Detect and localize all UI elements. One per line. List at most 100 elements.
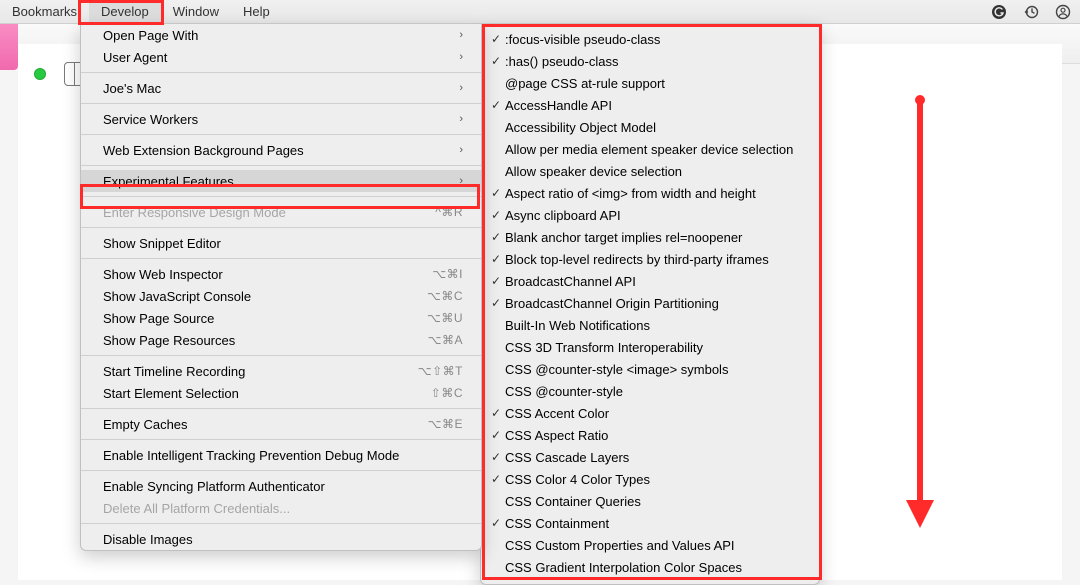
chevron-right-icon: › xyxy=(459,29,463,41)
account-icon[interactable] xyxy=(1054,3,1072,21)
menu-item-label: Joe's Mac xyxy=(103,81,451,96)
submenu-item[interactable]: CSS @counter-style xyxy=(481,380,819,402)
menubar-item-window[interactable]: Window xyxy=(161,0,231,23)
menu-item-shortcut: ⌥⌘A xyxy=(428,333,463,347)
menu-item[interactable]: Service Workers› xyxy=(81,108,481,130)
menu-item[interactable]: Open Page With › xyxy=(81,24,481,46)
submenu-item-label: CSS Container Queries xyxy=(505,494,805,509)
checkmark-icon: ✓ xyxy=(487,186,505,200)
menu-item-shortcut: ⌥⌘U xyxy=(427,311,463,325)
menu-item[interactable]: Show Page Resources⌥⌘A xyxy=(81,329,481,351)
submenu-item-label: CSS 3D Transform Interoperability xyxy=(505,340,805,355)
menu-item[interactable]: Enable Syncing Platform Authenticator xyxy=(81,475,481,497)
checkmark-icon: ✓ xyxy=(487,252,505,266)
submenu-item[interactable]: Allow per media element speaker device s… xyxy=(481,138,819,160)
submenu-item-label: CSS Aspect Ratio xyxy=(505,428,805,443)
menu-separator xyxy=(81,196,481,197)
menu-item[interactable]: Web Extension Background Pages› xyxy=(81,139,481,161)
submenu-item[interactable]: ✓Aspect ratio of <img> from width and he… xyxy=(481,182,819,204)
menu-separator xyxy=(81,134,481,135)
checkmark-icon: ✓ xyxy=(487,406,505,420)
submenu-item[interactable]: ✓CSS Aspect Ratio xyxy=(481,424,819,446)
submenu-item-label: Async clipboard API xyxy=(505,208,805,223)
menu-item-label: Web Extension Background Pages xyxy=(103,143,451,158)
menu-separator xyxy=(81,258,481,259)
menu-item-shortcut: ^⌘R xyxy=(435,205,463,219)
submenu-item-label: :focus-visible pseudo-class xyxy=(505,32,805,47)
menu-separator xyxy=(81,408,481,409)
submenu-item[interactable]: ✓BroadcastChannel API xyxy=(481,270,819,292)
submenu-item-label: @page CSS at-rule support xyxy=(505,76,805,91)
submenu-item[interactable]: Built-In Web Notifications xyxy=(481,314,819,336)
menu-item-label: Open Page With xyxy=(103,28,451,43)
submenu-item[interactable]: Accessibility Object Model xyxy=(481,116,819,138)
menu-item[interactable]: Show JavaScript Console⌥⌘C xyxy=(81,285,481,307)
submenu-item[interactable]: ✓BroadcastChannel Origin Partitioning xyxy=(481,292,819,314)
submenu-item[interactable]: Allow speaker device selection xyxy=(481,160,819,182)
annotation-arrow-down xyxy=(900,90,940,530)
submenu-item-label: CSS Color 4 Color Types xyxy=(505,472,805,487)
menu-item[interactable]: Empty Caches⌥⌘E xyxy=(81,413,481,435)
menu-item-label: Experimental Features xyxy=(103,174,451,189)
menu-item[interactable]: Show Page Source⌥⌘U xyxy=(81,307,481,329)
menu-item[interactable]: Show Web Inspector⌥⌘I xyxy=(81,263,481,285)
menu-item[interactable]: Show Snippet Editor xyxy=(81,232,481,254)
menu-item-label: Enable Syncing Platform Authenticator xyxy=(103,479,463,494)
menu-item-shortcut: ⌥⌘I xyxy=(432,267,463,281)
menubar-item-develop[interactable]: Develop xyxy=(89,0,161,23)
checkmark-icon: ✓ xyxy=(487,54,505,68)
develop-menu-dropdown: Open Page With › User Agent› Joe's Mac› Serv… xyxy=(80,24,482,551)
menu-item-label: Show JavaScript Console xyxy=(103,289,427,304)
menubar-item-help[interactable]: Help xyxy=(231,0,282,23)
menu-item[interactable]: Disable Images xyxy=(81,528,481,550)
history-icon[interactable] xyxy=(1022,3,1040,21)
submenu-item[interactable]: CSS 3D Transform Interoperability xyxy=(481,336,819,358)
submenu-item[interactable]: ✓CSS Accent Color xyxy=(481,402,819,424)
submenu-item[interactable]: ✓Block top-level redirects by third-part… xyxy=(481,248,819,270)
checkmark-icon: ✓ xyxy=(487,274,505,288)
menu-item-label: Enter Responsive Design Mode xyxy=(103,205,435,220)
menu-item-label: Delete All Platform Credentials... xyxy=(103,501,463,516)
window-accent-edge xyxy=(0,24,18,70)
menubar-status-area xyxy=(990,0,1072,24)
grammarly-icon[interactable] xyxy=(990,3,1008,21)
traffic-light-green[interactable] xyxy=(34,68,46,80)
submenu-item-label: Block top-level redirects by third-party… xyxy=(505,252,805,267)
menu-item-label: Empty Caches xyxy=(103,417,428,432)
checkmark-icon: ✓ xyxy=(487,428,505,442)
submenu-item[interactable]: @page CSS at-rule support xyxy=(481,72,819,94)
submenu-item-label: AccessHandle API xyxy=(505,98,805,113)
submenu-item[interactable]: ✓:has() pseudo-class xyxy=(481,50,819,72)
submenu-item-label: :has() pseudo-class xyxy=(505,54,805,69)
submenu-item[interactable]: ✓AccessHandle API xyxy=(481,94,819,116)
submenu-item[interactable]: CSS Custom Properties and Values API xyxy=(481,534,819,556)
menu-item[interactable]: Joe's Mac› xyxy=(81,77,481,99)
submenu-item[interactable]: ✓Async clipboard API xyxy=(481,204,819,226)
menu-separator xyxy=(81,227,481,228)
menu-item[interactable]: Experimental Features› xyxy=(81,170,481,192)
checkmark-icon: ✓ xyxy=(487,98,505,112)
menu-separator xyxy=(81,165,481,166)
menu-item[interactable]: Start Element Selection⇧⌘C xyxy=(81,382,481,404)
menu-item[interactable]: Enable Intelligent Tracking Prevention D… xyxy=(81,444,481,466)
menu-item[interactable]: Start Timeline Recording⌥⇧⌘T xyxy=(81,360,481,382)
menu-item-shortcut: ⇧⌘C xyxy=(431,386,463,400)
checkmark-icon: ✓ xyxy=(487,32,505,46)
submenu-item-label: CSS Containment xyxy=(505,516,805,531)
submenu-item[interactable]: ✓:focus-visible pseudo-class xyxy=(481,28,819,50)
menu-separator xyxy=(81,355,481,356)
submenu-item-label: Built-In Web Notifications xyxy=(505,318,805,333)
submenu-item-label: CSS Gradient Interpolation Color Spaces xyxy=(505,560,805,575)
submenu-item[interactable]: CSS Gradient Interpolation Color Spaces xyxy=(481,556,819,578)
submenu-item[interactable]: CSS @counter-style <image> symbols xyxy=(481,358,819,380)
submenu-item[interactable]: CSS Container Queries xyxy=(481,490,819,512)
menubar-item-bookmarks[interactable]: Bookmarks xyxy=(0,0,89,23)
submenu-item[interactable]: ✓Blank anchor target implies rel=noopene… xyxy=(481,226,819,248)
submenu-item-label: BroadcastChannel Origin Partitioning xyxy=(505,296,805,311)
checkmark-icon: ✓ xyxy=(487,296,505,310)
submenu-item[interactable]: ✓CSS Containment xyxy=(481,512,819,534)
menu-item-label: Show Web Inspector xyxy=(103,267,432,282)
submenu-item[interactable]: ✓CSS Cascade Layers xyxy=(481,446,819,468)
submenu-item[interactable]: ✓CSS Color 4 Color Types xyxy=(481,468,819,490)
menu-item[interactable]: User Agent› xyxy=(81,46,481,68)
